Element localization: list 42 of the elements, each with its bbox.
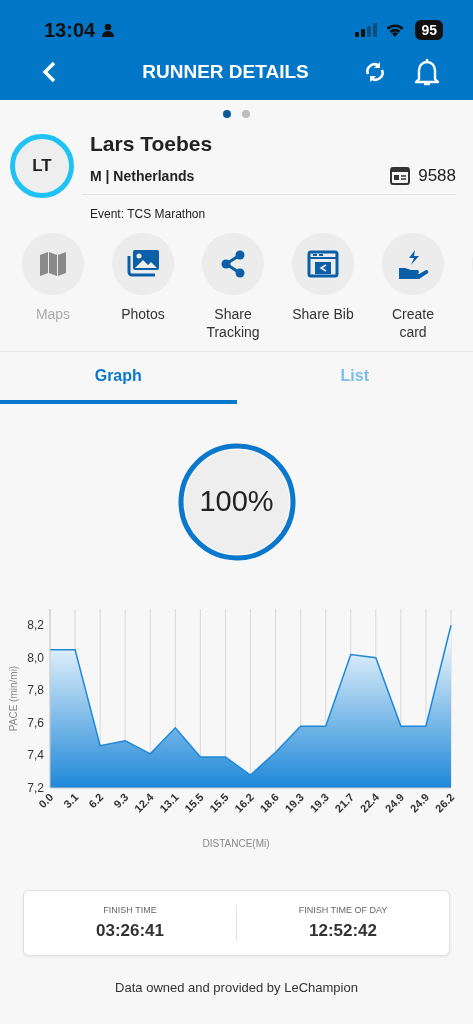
footer-note: Data owned and provided by LeChampion — [114, 980, 359, 995]
y-tick-label: 8,0 — [27, 650, 44, 665]
summary-label: FINISH TIME — [103, 905, 157, 915]
action-label: Create card — [391, 305, 435, 341]
page-dot[interactable] — [242, 110, 250, 118]
action-label: Share Bib — [291, 305, 355, 323]
y-tick-label: 7,4 — [27, 748, 44, 763]
y-tick-label: 8,2 — [27, 618, 44, 633]
summary-value: 03:26:41 — [95, 921, 165, 941]
runner-info: M | Netherlands — [90, 168, 196, 184]
tab[interactable]: Graph — [0, 352, 237, 404]
bib-icon — [390, 167, 411, 185]
battery-indicator: 95 — [415, 20, 443, 40]
hand-bolt-icon — [397, 248, 429, 280]
map-icon — [38, 249, 68, 279]
x-tick-label: 6.2 — [86, 790, 106, 811]
progress-percent: 100% — [198, 485, 275, 518]
x-tick-label: 9.3 — [111, 790, 131, 811]
page-dot[interactable] — [223, 110, 231, 118]
x-axis-title: DISTANCE(Mi) — [202, 838, 270, 849]
summary-label: FINISH TIME OF DAY — [298, 905, 388, 915]
wifi-icon — [385, 23, 406, 37]
page-title: RUNNER DETAILS — [141, 61, 310, 83]
status-time: 13:04 — [44, 18, 96, 42]
share-icon — [219, 249, 247, 279]
y-axis-title: PACE (min/mi) — [8, 665, 19, 732]
bib-number: 9588 — [418, 166, 456, 186]
bib-share-icon — [307, 250, 339, 278]
y-tick-label: 7,8 — [27, 683, 44, 698]
summary-value: 12:52:42 — [308, 921, 378, 941]
y-tick-label: 7,2 — [27, 781, 44, 795]
action-label: Maps — [34, 305, 72, 323]
event-name: Event: TCS Marathon — [89, 206, 207, 221]
x-tick-label: 3.1 — [61, 790, 81, 811]
y-tick-label: 7,6 — [27, 715, 44, 730]
action-label: Share Tracking — [205, 305, 261, 341]
signal-icon — [355, 23, 380, 37]
action-label: Photos — [120, 305, 166, 323]
avatar: LT — [10, 134, 74, 198]
person-icon — [101, 23, 116, 37]
photos-icon — [125, 248, 161, 280]
runner-name: Lars Toebes — [89, 131, 214, 157]
